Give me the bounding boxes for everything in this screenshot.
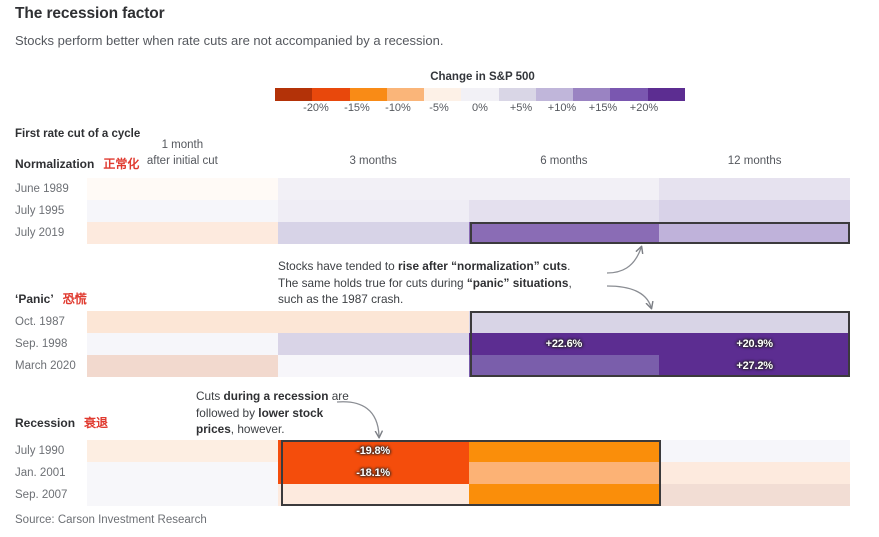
arrow-to-recession [336, 401, 379, 436]
arrow-to-panic [606, 285, 651, 307]
annotation-arrows [336, 0, 879, 537]
source-note: Source: Carson Investment Research [15, 514, 207, 526]
arrow-to-normalization [606, 248, 641, 274]
chart-root: The recession factor Stocks perform bett… [0, 0, 879, 537]
